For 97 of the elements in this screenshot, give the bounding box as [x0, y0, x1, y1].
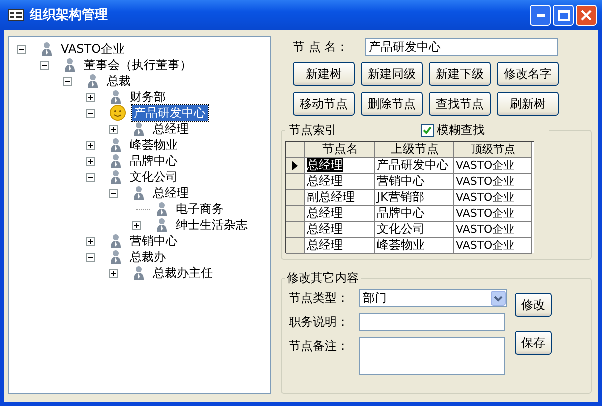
table-cell: 总经理 — [305, 206, 375, 222]
tree-node[interactable]: 营销中心 — [128, 233, 180, 249]
minimize-icon — [536, 14, 544, 16]
column-header[interactable]: 上级节点 — [375, 142, 454, 158]
tree-node[interactable]: 绅士生活杂志 — [174, 217, 250, 233]
person-icon — [110, 170, 122, 184]
table-cell: 品牌中心 — [375, 206, 454, 222]
maximize-button[interactable] — [553, 4, 574, 26]
action-button[interactable]: 修改名字 — [497, 62, 559, 86]
table-cell: VASTO企业 — [454, 222, 532, 238]
collapse-icon[interactable] — [17, 44, 26, 54]
action-button[interactable]: 保存 — [515, 331, 552, 355]
expand-icon[interactable] — [86, 236, 95, 246]
person-icon — [64, 58, 76, 72]
tree-node[interactable]: 总经理 — [151, 121, 191, 137]
person-icon — [41, 42, 53, 56]
tree-node[interactable]: VASTO企业 — [59, 41, 128, 57]
fuzzy-search-label: 模糊查找 — [437, 122, 485, 139]
expand-icon[interactable] — [109, 268, 118, 278]
collapse-icon[interactable] — [86, 172, 95, 182]
grid-corner — [286, 142, 305, 158]
action-button[interactable]: 刷新树 — [497, 92, 559, 116]
table-cell: 总经理 — [305, 158, 375, 174]
table-cell: VASTO企业 — [454, 190, 532, 206]
action-button[interactable]: 移动节点 — [293, 92, 355, 116]
table-cell: 总经理 — [305, 222, 375, 238]
maximize-icon — [558, 10, 570, 20]
expand-icon[interactable] — [109, 124, 118, 134]
field-label: 职务说明： — [289, 314, 350, 331]
row-indicator[interactable] — [286, 158, 305, 174]
group-title: 修改其它内容 — [286, 270, 360, 287]
column-header[interactable]: 节点名 — [305, 142, 375, 158]
person-icon — [110, 250, 122, 264]
action-button[interactable]: 删除节点 — [361, 92, 423, 116]
tree-node[interactable]: 文化公司 — [128, 169, 180, 185]
person-icon — [133, 266, 145, 280]
tree-node[interactable]: 董事会（执行董事） — [82, 57, 194, 73]
group-title: 节点索引 — [288, 122, 338, 139]
node-name-label: 节 点 名： — [293, 38, 350, 56]
window-icon — [8, 9, 24, 21]
expand-icon[interactable] — [86, 140, 95, 150]
person-icon — [110, 90, 122, 104]
close-icon — [581, 10, 592, 20]
table-cell: 营销中心 — [375, 174, 454, 190]
table-cell: 副总经理 — [305, 190, 375, 206]
table-cell: VASTO企业 — [454, 174, 532, 190]
field-label: 节点备注： — [289, 338, 350, 355]
action-button[interactable]: 查找节点 — [429, 92, 491, 116]
person-icon — [110, 154, 122, 168]
person-icon — [87, 74, 99, 88]
tree-node[interactable]: 财务部 — [128, 89, 168, 105]
table-cell: VASTO企业 — [454, 158, 532, 174]
tree-node[interactable]: 总裁 — [105, 73, 133, 89]
input-field[interactable] — [359, 313, 505, 331]
table-cell: 产品研发中心 — [375, 158, 454, 174]
node-name-field[interactable]: 产品研发中心 — [365, 38, 558, 56]
action-button[interactable]: 新建树 — [293, 62, 355, 86]
notes-field[interactable] — [359, 337, 505, 375]
action-button[interactable]: 新建下级 — [429, 62, 491, 86]
collapse-icon[interactable] — [86, 108, 95, 118]
table-cell: VASTO企业 — [454, 238, 532, 254]
node-type-dropdown[interactable]: 部门 — [359, 289, 507, 307]
action-button[interactable]: 修改 — [515, 293, 552, 317]
tree-node[interactable]: 产品研发中心 — [132, 105, 208, 121]
person-icon — [110, 234, 122, 248]
tree-node[interactable]: 品牌中心 — [128, 153, 180, 169]
expand-icon[interactable] — [86, 92, 95, 102]
expand-icon[interactable] — [132, 220, 141, 230]
expand-icon[interactable] — [86, 156, 95, 166]
collapse-icon[interactable] — [40, 60, 49, 70]
collapse-icon[interactable] — [109, 188, 118, 198]
tree-node[interactable]: 电子商务 — [174, 201, 226, 217]
smiley-icon — [110, 105, 126, 121]
person-icon — [156, 218, 168, 232]
table-cell: 总经理 — [305, 174, 375, 190]
person-icon — [110, 138, 122, 152]
table-cell: 文化公司 — [375, 222, 454, 238]
person-icon — [133, 186, 145, 200]
table-cell: 峰荟物业 — [375, 238, 454, 254]
fuzzy-search-checkbox[interactable] — [421, 124, 434, 137]
tree-node[interactable]: 峰荟物业 — [128, 137, 180, 153]
collapse-icon[interactable] — [63, 76, 72, 86]
minimize-button[interactable] — [530, 4, 551, 26]
column-header[interactable]: 顶级节点 — [454, 142, 532, 158]
tree-node[interactable]: 总裁办主任 — [151, 265, 215, 281]
table-cell: JK营销部 — [375, 190, 454, 206]
person-icon — [156, 202, 168, 216]
close-button[interactable] — [576, 4, 597, 26]
table-cell: VASTO企业 — [454, 206, 532, 222]
tree-node[interactable]: 总裁办 — [128, 249, 168, 265]
table-cell: 总经理 — [305, 238, 375, 254]
person-icon — [133, 122, 145, 136]
window-title: 组织架构管理 — [30, 7, 109, 24]
field-label: 节点类型： — [289, 290, 350, 307]
collapse-icon[interactable] — [86, 252, 95, 262]
action-button[interactable]: 新建同级 — [361, 62, 423, 86]
tree-node[interactable]: 总经理 — [151, 185, 191, 201]
